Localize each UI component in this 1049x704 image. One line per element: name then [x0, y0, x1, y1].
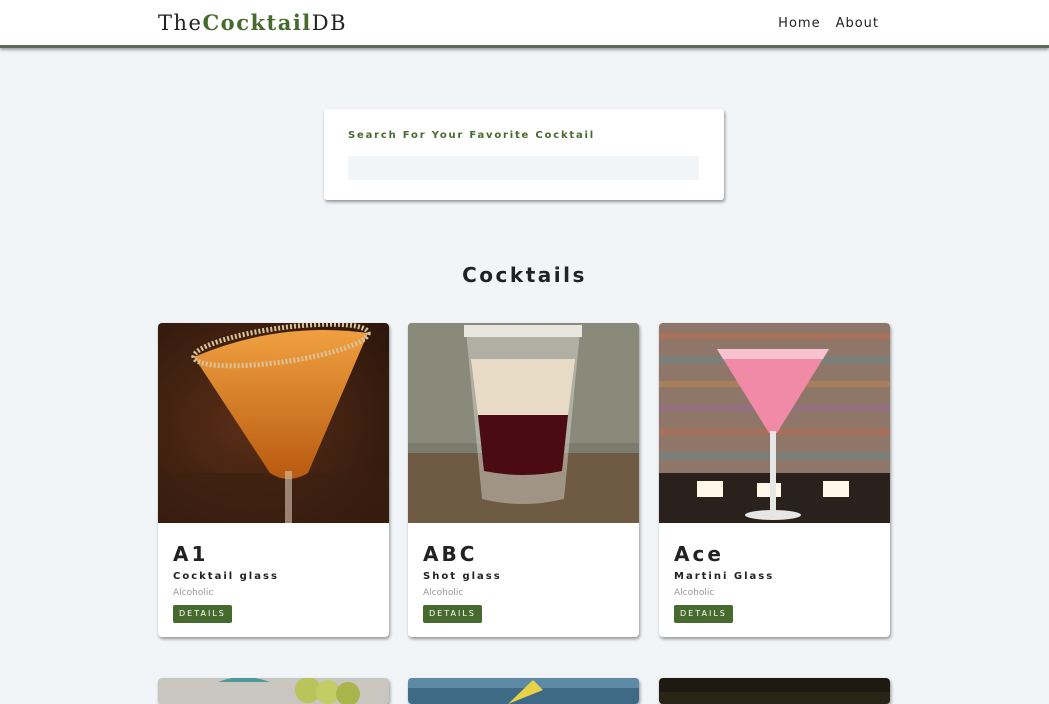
- nav-link-home[interactable]: Home: [778, 16, 820, 31]
- cocktail-card: A1 Cocktail glass Alcoholic DETAILS: [158, 323, 389, 637]
- site-logo[interactable]: TheCocktailDB: [158, 10, 347, 35]
- cocktail-image[interactable]: [659, 323, 890, 523]
- nav-link-about[interactable]: About: [836, 16, 879, 31]
- cocktail-info: Alcoholic: [173, 588, 214, 598]
- cocktail-glass: Cocktail glass: [173, 571, 279, 582]
- cocktail-info: Alcoholic: [674, 588, 715, 598]
- search-input[interactable]: [348, 156, 699, 180]
- cocktail-name: ABC: [423, 542, 478, 566]
- logo-prefix: The: [158, 11, 203, 35]
- cocktail-card: [158, 678, 389, 704]
- section-title: Cocktails: [462, 263, 587, 287]
- search-form: Search For Your Favorite Cocktail: [324, 109, 724, 200]
- logo-accent: Cocktail: [202, 10, 312, 35]
- cocktail-image[interactable]: [158, 678, 389, 704]
- cocktail-info: Alcoholic: [423, 588, 464, 598]
- cocktail-image[interactable]: [659, 678, 890, 704]
- navbar: TheCocktailDB Home About: [0, 0, 1049, 48]
- search-label: Search For Your Favorite Cocktail: [348, 130, 595, 141]
- cocktail-name: Ace: [674, 542, 724, 566]
- cocktail-glass: Martini Glass: [674, 571, 775, 582]
- cocktail-name: A1: [173, 542, 209, 566]
- cocktail-card: ABC Shot glass Alcoholic DETAILS: [408, 323, 639, 637]
- details-button[interactable]: DETAILS: [173, 605, 232, 623]
- cocktail-card: Ace Martini Glass Alcoholic DETAILS: [659, 323, 890, 637]
- cocktail-card: [408, 678, 639, 704]
- nav-links: Home About: [778, 16, 879, 31]
- cocktail-glass: Shot glass: [423, 571, 502, 582]
- details-button[interactable]: DETAILS: [423, 605, 482, 623]
- cocktail-image[interactable]: [408, 323, 639, 523]
- details-button[interactable]: DETAILS: [674, 605, 733, 623]
- cocktail-card: [659, 678, 890, 704]
- cocktail-image[interactable]: [158, 323, 389, 523]
- logo-suffix: DB: [311, 11, 348, 35]
- cocktail-image[interactable]: [408, 678, 639, 704]
